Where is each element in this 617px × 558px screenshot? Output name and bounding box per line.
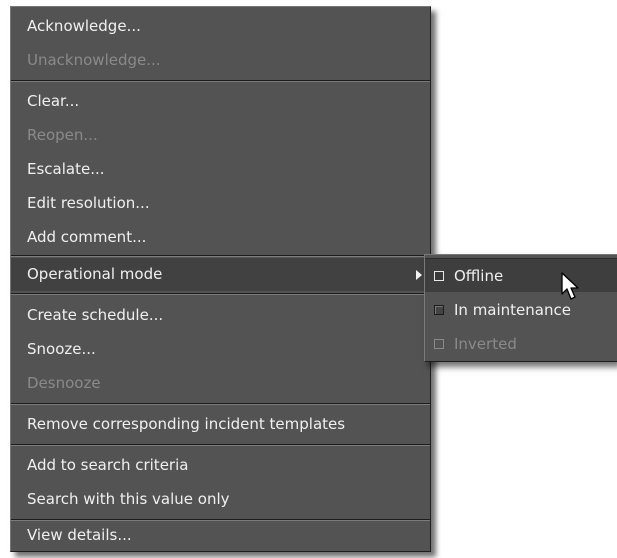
submenu-item-inverted-label: Inverted (454, 335, 517, 353)
menu-item-operational-mode-label: Operational mode (27, 265, 163, 283)
menu-separator (11, 444, 430, 446)
menu-item-acknowledge[interactable]: Acknowledge... (11, 9, 430, 43)
submenu-item-offline-label: Offline (454, 267, 504, 285)
menu-item-search-with-value-only[interactable]: Search with this value only (11, 482, 430, 516)
menu-separator (11, 255, 430, 257)
menu-item-create-schedule[interactable]: Create schedule... (11, 298, 430, 332)
menu-item-desnooze: Desnooze (27, 374, 101, 392)
menu-item-unacknowledge: Unacknowledge... (27, 51, 161, 69)
mouse-pointer-icon (561, 272, 579, 300)
submenu-item-offline[interactable]: Offline (425, 258, 617, 292)
menu-item-snooze[interactable]: Snooze... (11, 332, 430, 366)
menu-item-reopen: Reopen... (27, 126, 98, 144)
menu-item-view-details[interactable]: View details... (11, 518, 430, 552)
menu-separator (11, 293, 430, 295)
checkbox-icon[interactable] (434, 305, 444, 315)
submenu-item-in-maintenance-label: In maintenance (454, 301, 571, 319)
checkbox-icon[interactable] (434, 271, 444, 281)
menu-item-escalate[interactable]: Escalate... (11, 152, 430, 186)
menu-item-edit-resolution[interactable]: Edit resolution... (11, 186, 430, 220)
submenu-item-in-maintenance[interactable]: In maintenance (425, 293, 617, 327)
checkbox-icon (434, 339, 444, 349)
menu-item-operational-mode[interactable]: Operational mode (11, 258, 430, 291)
submenu-item-inverted: Inverted (425, 327, 617, 361)
context-menu: Acknowledge... Unacknowledge... Clear...… (10, 6, 431, 552)
menu-item-clear[interactable]: Clear... (11, 84, 430, 118)
operational-mode-submenu: Offline In maintenance Inverted (424, 254, 617, 362)
screen: Acknowledge... Unacknowledge... Clear...… (0, 0, 617, 558)
menu-item-remove-incident-templates[interactable]: Remove corresponding incident templates (11, 407, 430, 441)
chevron-right-icon (416, 270, 422, 280)
menu-item-add-to-search-criteria[interactable]: Add to search criteria (11, 448, 430, 482)
menu-separator (11, 80, 430, 82)
menu-item-add-comment[interactable]: Add comment... (11, 220, 430, 254)
menu-separator (11, 403, 430, 405)
